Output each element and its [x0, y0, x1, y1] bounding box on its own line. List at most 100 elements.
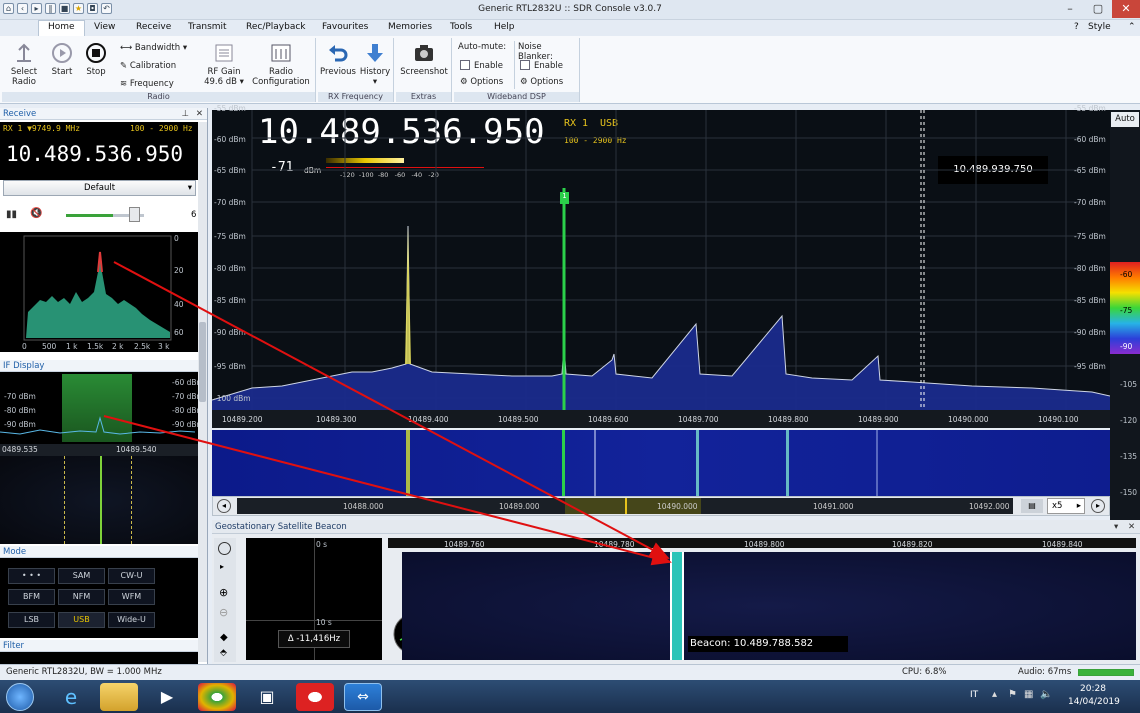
if-freq-label: 10489.540 [116, 445, 157, 454]
target-icon[interactable] [218, 542, 231, 555]
auto-mute-options[interactable]: ⚙ Options [460, 77, 503, 87]
x-axis-label: 10489.600 [588, 415, 629, 424]
mode-usb-button[interactable]: USB [58, 612, 105, 628]
noise-blanker-options[interactable]: ⚙ Options [520, 77, 563, 87]
noise-blanker-enable[interactable]: Enable [520, 60, 563, 71]
mode-cwu-button[interactable]: CW-U [108, 568, 155, 584]
style-menu[interactable]: Style [1088, 22, 1111, 32]
band-label: 10492.000 [969, 502, 1010, 511]
diamond-icon[interactable]: ◆ [220, 632, 228, 643]
start-button[interactable]: Start [48, 42, 76, 77]
waterfall-trace [406, 430, 410, 496]
band-overview[interactable]: 10488.000 10489.000 10490.000 10491.000 … [237, 498, 1013, 514]
network-icon[interactable]: ▦ [1024, 689, 1033, 700]
beacon-signal[interactable] [670, 552, 684, 660]
chrome-icon[interactable] [198, 683, 236, 711]
teamviewer-icon[interactable]: ⇔ [344, 683, 382, 711]
tray-expand-icon[interactable]: ▴ [992, 689, 997, 700]
extras-group-label: Extras [396, 92, 451, 102]
spectrum-display[interactable]: 10.489.536.950 RX 1 USB 100 - 2900 Hz -7… [212, 104, 1110, 428]
ribbon-collapse-icon[interactable]: ⌃ [1128, 22, 1136, 32]
pin-panel-icon[interactable]: ⊥ [182, 108, 189, 120]
y-axis-label-right: -60 dBm [1074, 135, 1106, 144]
history-button[interactable]: History ▾ [358, 42, 392, 87]
tab-favourites[interactable]: Favourites [322, 22, 368, 32]
tab-help[interactable]: Help [494, 22, 515, 32]
calibration-button[interactable]: ✎ Calibration [120, 61, 176, 71]
mode-wfm-button[interactable]: WFM [108, 589, 155, 605]
settings-icon[interactable]: ⬘ [220, 648, 227, 658]
left-panel-scrollbar-thumb[interactable] [199, 322, 206, 402]
antenna-icon [17, 43, 31, 62]
audio-db-label: 20 [174, 266, 184, 275]
beacon-waterfall[interactable]: Beacon: 10.489.788.582 [402, 552, 1136, 660]
media-player-icon[interactable]: ▶ [148, 683, 186, 711]
tab-receive[interactable]: Receive [136, 22, 171, 32]
save-disk-icon[interactable]: ▣ [248, 683, 286, 711]
y-axis-label: -85 dBm [214, 296, 246, 305]
language-indicator[interactable]: IT [970, 690, 978, 700]
x-axis-label: 10489.700 [678, 415, 719, 424]
rx-marker[interactable]: 1 [560, 192, 569, 204]
sdr-console-icon[interactable] [296, 683, 334, 711]
radio-configuration-button[interactable]: Radio Configuration [250, 42, 312, 87]
previous-button[interactable]: Previous [320, 42, 356, 77]
beacon-menu-icon[interactable]: ▾ [1114, 520, 1118, 534]
select-radio-button[interactable]: Select Radio [6, 42, 42, 87]
bandwidth-button[interactable]: ⟷ Bandwidth ▾ [120, 43, 187, 53]
tab-rec-playback[interactable]: Rec/Playback [246, 22, 306, 32]
zoom-out-icon[interactable]: ⊖ [219, 606, 228, 619]
keyboard-icon[interactable]: ▤ [1021, 499, 1043, 513]
zoom-in-icon[interactable]: ⊕ [219, 586, 228, 599]
close-button[interactable]: ✕ [1112, 0, 1140, 18]
auto-level-button[interactable]: Auto [1111, 112, 1139, 127]
close-panel-icon[interactable]: ✕ [196, 108, 203, 120]
screenshot-button[interactable]: Screenshot [398, 42, 450, 77]
beacon-close-icon[interactable]: ✕ [1128, 520, 1135, 534]
clock-time[interactable]: 20:28 [1080, 684, 1106, 694]
left-panel-scrollbar[interactable] [198, 122, 207, 662]
colorbar-label: -120 [1120, 416, 1138, 425]
preset-dropdown[interactable]: Default ▾ [3, 180, 196, 196]
scroll-left-button[interactable]: ◂ [217, 499, 231, 513]
tab-home[interactable]: Home [38, 20, 85, 36]
zoom-dropdown[interactable]: x5 ▸ [1047, 498, 1085, 514]
clock-date[interactable]: 14/04/2019 [1068, 697, 1120, 707]
spectrum-frequency-axis[interactable]: 10489.200 10489.300 10489.400 10489.500 … [212, 410, 1110, 428]
mode-nfm-button[interactable]: NFM [58, 589, 105, 605]
mode-wideu-button[interactable]: Wide-U [108, 612, 155, 628]
scroll-right-button[interactable]: ▸ [1091, 499, 1105, 513]
tab-tools[interactable]: Tools [450, 22, 472, 32]
internet-explorer-icon[interactable]: e [52, 683, 90, 711]
help-icon[interactable]: ? [1074, 22, 1079, 32]
mode-more-button[interactable]: • • • [8, 568, 55, 584]
mode-lsb-button[interactable]: LSB [8, 612, 55, 628]
mode-bfm-button[interactable]: BFM [8, 589, 55, 605]
start-orb[interactable] [6, 683, 34, 711]
x-axis-label: 10490.000 [948, 415, 989, 424]
volume-slider-thumb[interactable] [129, 207, 140, 222]
mode-sam-button[interactable]: SAM [58, 568, 105, 584]
tab-memories[interactable]: Memories [388, 22, 432, 32]
mute-icon[interactable]: 🔇 [30, 208, 42, 219]
tray-app-icon[interactable]: ⚑ [1008, 689, 1017, 700]
maximize-button[interactable]: ▢ [1084, 0, 1112, 18]
tab-transmit[interactable]: Transmit [188, 22, 227, 32]
tab-view[interactable]: View [94, 22, 115, 32]
speaker-icon[interactable]: 🔈 [1040, 689, 1052, 700]
file-explorer-icon[interactable] [100, 683, 138, 711]
noise-blanker-checkbox[interactable] [520, 60, 530, 70]
x-axis-label: 10489.500 [498, 415, 539, 424]
minimize-button[interactable]: – [1056, 0, 1084, 18]
auto-mute-enable[interactable]: Enable [460, 60, 503, 71]
auto-mute-checkbox[interactable] [460, 60, 470, 70]
meter-icon[interactable]: ▮▮ [6, 209, 17, 220]
camera-icon [415, 45, 433, 61]
stop-button[interactable]: Stop [82, 42, 110, 77]
frequency-button[interactable]: ≋ Frequency [120, 79, 174, 89]
frequency-icon: ≋ [120, 79, 130, 89]
pointer-icon[interactable]: ▸ [220, 562, 224, 571]
receive-frequency[interactable]: 10.489.536.950 [6, 142, 183, 166]
rf-gain-button[interactable]: RF Gain 49.6 dB ▾ [204, 42, 244, 87]
main-waterfall[interactable] [212, 430, 1110, 496]
